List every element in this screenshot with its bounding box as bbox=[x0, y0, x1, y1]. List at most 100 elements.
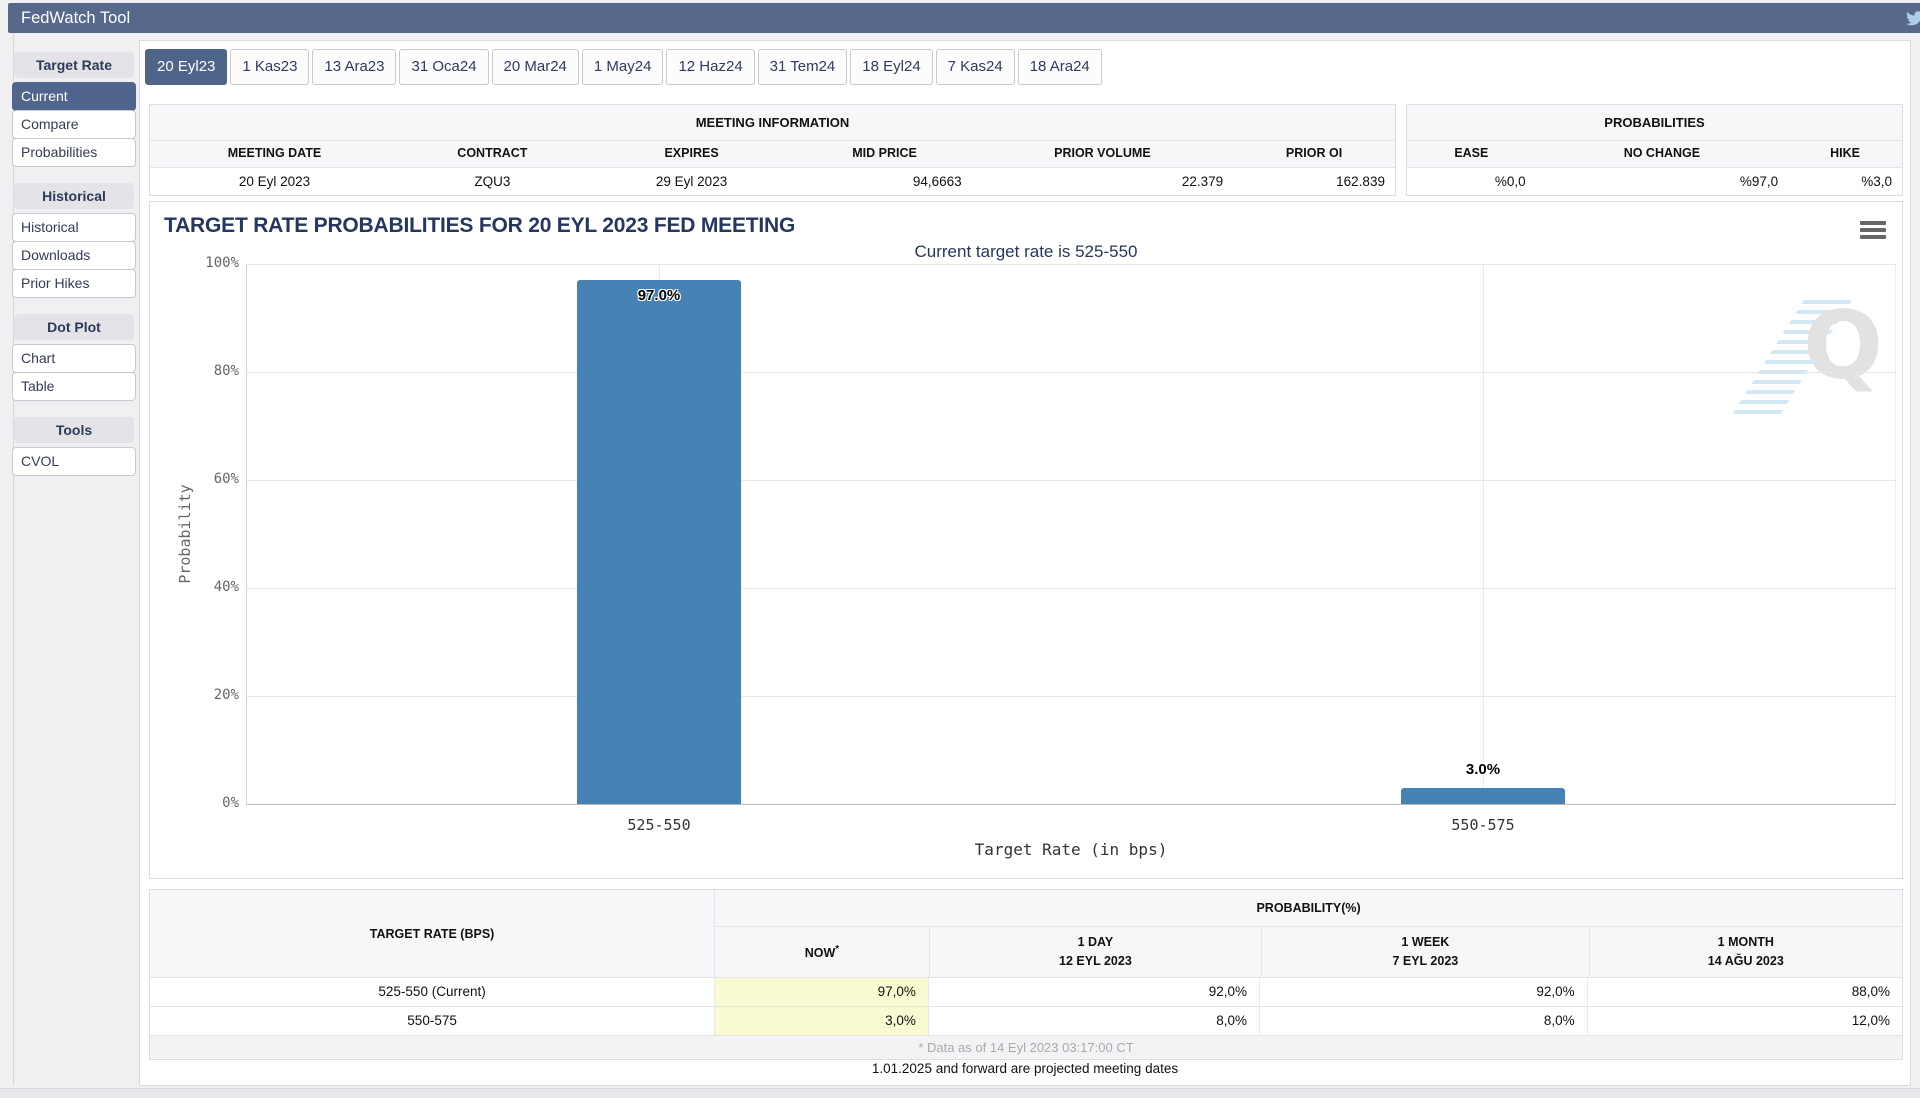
bar-525-550[interactable] bbox=[577, 280, 741, 804]
y-tick-label: 40% bbox=[183, 579, 239, 595]
gridline bbox=[247, 264, 1895, 265]
chart-title: TARGET RATE PROBABILITIES FOR 20 EYL 202… bbox=[164, 214, 795, 238]
probabilities-summary-value-row: %0,0 %97,0 %3,0 bbox=[1407, 168, 1902, 195]
gridline bbox=[1483, 264, 1484, 804]
sidebar-item-probabilities[interactable]: Probabilities bbox=[12, 138, 136, 167]
one-month-date: 14 AĞU 2023 bbox=[1590, 952, 1902, 971]
tab-7-kas24[interactable]: 7 Kas24 bbox=[936, 49, 1015, 85]
table-row-550-575: 550-575 3,0% 8,0% 8,0% 12,0% bbox=[150, 1006, 1902, 1035]
meeting-information-table: MEETING INFORMATION MEETING DATE CONTRAC… bbox=[149, 104, 1396, 196]
column-header-1-month: 1 MONTH 14 AĞU 2023 bbox=[1589, 927, 1902, 977]
sidebar-item-cvol[interactable]: CVOL bbox=[12, 447, 136, 476]
gridline bbox=[247, 372, 1895, 373]
probability-chart: TARGET RATE PROBABILITIES FOR 20 EYL 202… bbox=[149, 201, 1903, 879]
bar-value-label: 97.0% bbox=[577, 287, 741, 304]
probability-table: TARGET RATE (BPS) PROBABILITY(%) NOW* 1 … bbox=[149, 889, 1903, 1060]
gridline bbox=[247, 480, 1895, 481]
tab-18-ara24[interactable]: 18 Ara24 bbox=[1018, 49, 1102, 85]
day-cell: 8,0% bbox=[928, 1007, 1259, 1035]
expires-value: 29 Eyl 2023 bbox=[586, 168, 798, 195]
sidebar-header-dot-plot: Dot Plot bbox=[14, 314, 134, 340]
sidebar-item-table[interactable]: Table bbox=[12, 372, 136, 401]
sidebar-item-prior-hikes[interactable]: Prior Hikes bbox=[12, 269, 136, 298]
tab-31-oca24[interactable]: 31 Oca24 bbox=[399, 49, 488, 85]
sidebar-item-compare[interactable]: Compare bbox=[12, 110, 136, 139]
column-header-ease: EASE bbox=[1407, 141, 1536, 167]
contract-value: ZQU3 bbox=[399, 168, 586, 195]
sidebar-item-historical[interactable]: Historical bbox=[12, 213, 136, 242]
data-as-of-footnote: * Data as of 14 Eyl 2023 03:17:00 CT bbox=[150, 1035, 1902, 1059]
week-cell: 8,0% bbox=[1259, 1007, 1587, 1035]
watermark-letter: Q bbox=[1803, 286, 1883, 408]
probability-subheaders: NOW* 1 DAY 12 EYL 2023 1 WEEK 7 EYL 2023 bbox=[715, 926, 1902, 977]
meeting-information-title: MEETING INFORMATION bbox=[150, 105, 1395, 140]
sidebar-header-historical: Historical bbox=[14, 183, 134, 209]
app-title: FedWatch Tool bbox=[21, 3, 130, 33]
now-label: NOW bbox=[805, 946, 836, 960]
chart-subtitle: Current target rate is 525-550 bbox=[150, 242, 1902, 262]
sidebar: Target Rate Current Compare Probabilitie… bbox=[12, 46, 136, 476]
meeting-date-value: 20 Eyl 2023 bbox=[150, 168, 399, 195]
probability-group: PROBABILITY(%) NOW* 1 DAY 12 EYL 2023 1 … bbox=[714, 890, 1902, 977]
x-tick-label: 525-550 bbox=[559, 816, 759, 834]
column-header-1-day: 1 DAY 12 EYL 2023 bbox=[929, 927, 1261, 977]
tab-12-haz24[interactable]: 12 Haz24 bbox=[666, 49, 754, 85]
meeting-tabs: 20 Eyl23 1 Kas23 13 Ara23 31 Oca24 20 Ma… bbox=[145, 49, 1102, 85]
one-day-date: 12 EYL 2023 bbox=[930, 952, 1261, 971]
bar-value-label: 3.0% bbox=[1401, 761, 1565, 778]
column-header-no-change: NO CHANGE bbox=[1536, 141, 1788, 167]
meeting-information-header-row: MEETING DATE CONTRACT EXPIRES MID PRICE … bbox=[150, 140, 1395, 168]
column-header-now: NOW* bbox=[715, 927, 929, 977]
x-tick-label: 550-575 bbox=[1383, 816, 1583, 834]
sidebar-item-current[interactable]: Current bbox=[12, 82, 136, 111]
sidebar-header-tools: Tools bbox=[14, 417, 134, 443]
week-cell: 92,0% bbox=[1259, 978, 1587, 1006]
twitter-bird-icon[interactable] bbox=[1904, 9, 1920, 28]
column-header-contract: CONTRACT bbox=[399, 141, 586, 167]
tab-20-mar24[interactable]: 20 Mar24 bbox=[492, 49, 579, 85]
title-bar: FedWatch Tool bbox=[8, 3, 1920, 33]
probabilities-summary-table: PROBABILITIES EASE NO CHANGE HIKE %0,0 %… bbox=[1406, 104, 1903, 196]
y-tick-label: 20% bbox=[183, 687, 239, 703]
now-cell: 97,0% bbox=[714, 978, 928, 1006]
bar-550-575[interactable] bbox=[1401, 788, 1565, 804]
prior-oi-value: 162.839 bbox=[1233, 168, 1395, 195]
tab-1-kas23[interactable]: 1 Kas23 bbox=[230, 49, 309, 85]
tab-18-eyl24[interactable]: 18 Eyl24 bbox=[850, 49, 932, 85]
info-row: MEETING INFORMATION MEETING DATE CONTRAC… bbox=[149, 104, 1903, 196]
projected-dates-note: 1.01.2025 and forward are projected meet… bbox=[140, 1061, 1910, 1076]
y-tick-label: 80% bbox=[183, 363, 239, 379]
day-cell: 92,0% bbox=[928, 978, 1259, 1006]
page-bottom-strip bbox=[0, 1088, 1920, 1098]
group-header-probability: PROBABILITY(%) bbox=[715, 890, 1902, 926]
one-week-label: 1 WEEK bbox=[1262, 933, 1589, 952]
hike-value: %3,0 bbox=[1788, 168, 1902, 195]
main-panel: 20 Eyl23 1 Kas23 13 Ara23 31 Oca24 20 Ma… bbox=[139, 40, 1911, 1086]
probability-table-header: TARGET RATE (BPS) PROBABILITY(%) NOW* 1 … bbox=[150, 890, 1902, 977]
plot-area: Probability Target Rate (in bps) Q 0%20%… bbox=[246, 264, 1896, 805]
fedwatch-tool-page: FedWatch Tool Target Rate Current Compar… bbox=[0, 0, 1920, 1098]
prior-volume-value: 22.379 bbox=[972, 168, 1233, 195]
one-week-date: 7 EYL 2023 bbox=[1262, 952, 1589, 971]
tab-20-eyl23[interactable]: 20 Eyl23 bbox=[145, 49, 227, 85]
sidebar-item-chart[interactable]: Chart bbox=[12, 344, 136, 373]
x-axis-title: Target Rate (in bps) bbox=[247, 840, 1895, 859]
tab-13-ara23[interactable]: 13 Ara23 bbox=[312, 49, 396, 85]
tab-31-tem24[interactable]: 31 Tem24 bbox=[758, 49, 848, 85]
y-tick-label: 60% bbox=[183, 471, 239, 487]
column-header-target-rate-bps: TARGET RATE (BPS) bbox=[150, 890, 714, 977]
gridline bbox=[247, 696, 1895, 697]
quikstrike-q-watermark: Q bbox=[1767, 286, 1887, 426]
one-day-label: 1 DAY bbox=[930, 933, 1261, 952]
column-header-meeting-date: MEETING DATE bbox=[150, 141, 399, 167]
mid-price-value: 94,6663 bbox=[797, 168, 971, 195]
hamburger-menu-icon[interactable] bbox=[1860, 218, 1886, 242]
y-axis-title: Probability bbox=[176, 484, 194, 583]
sidebar-item-downloads[interactable]: Downloads bbox=[12, 241, 136, 270]
one-month-label: 1 MONTH bbox=[1590, 933, 1902, 952]
month-cell: 12,0% bbox=[1587, 1007, 1902, 1035]
no-change-value: %97,0 bbox=[1536, 168, 1788, 195]
column-header-expires: EXPIRES bbox=[586, 141, 798, 167]
tab-1-may24[interactable]: 1 May24 bbox=[582, 49, 664, 85]
column-header-mid-price: MID PRICE bbox=[797, 141, 971, 167]
